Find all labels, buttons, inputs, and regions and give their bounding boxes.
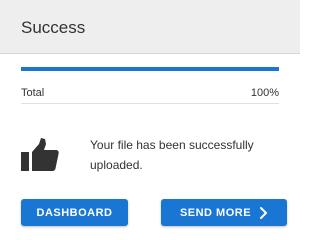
card-header: Success	[0, 0, 300, 54]
success-card: Success Total 100% Your file has been su…	[0, 0, 300, 235]
send-more-button-label: SEND MORE	[179, 206, 252, 219]
upload-progress-fill	[21, 67, 279, 71]
total-value: 100%	[250, 87, 279, 99]
total-row: Total 100%	[21, 86, 279, 104]
chevron-right-icon	[260, 206, 268, 219]
send-more-button[interactable]: SEND MORE	[161, 199, 287, 226]
success-message: Your file has been successfully uploaded…	[90, 138, 254, 172]
dashboard-button[interactable]: DASHBOARD	[21, 199, 128, 226]
dashboard-button-label: DASHBOARD	[36, 206, 113, 219]
card-title: Success	[21, 18, 86, 37]
total-label: Total	[21, 87, 45, 99]
upload-progress-bar	[21, 67, 279, 71]
thumbs-up-icon	[21, 138, 59, 171]
